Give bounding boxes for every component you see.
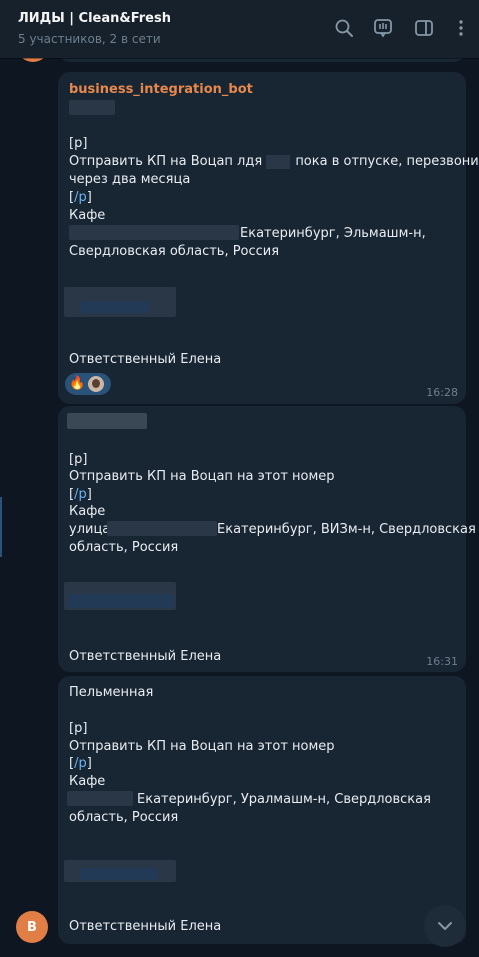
address-line: Екатеринбург, Уралмашм-н, Свердловская — [137, 792, 431, 807]
fire-reaction-icon: 🔥 — [69, 376, 86, 391]
address-line: Екатеринбург, ВИЗм-н, Свердловская — [217, 522, 476, 537]
tag-bracket: ] — [86, 756, 92, 771]
video-chat-icon[interactable] — [370, 15, 396, 41]
message-bubble-1[interactable]: business_integration_bot [p] Отправить К… — [58, 72, 479, 404]
chat-header[interactable]: ЛИДЫ | Clean&Fresh 5 участников, 2 в сет… — [0, 0, 479, 58]
address-prefix: улица — [69, 522, 111, 537]
scroll-indicator — [0, 497, 2, 557]
sidebar-toggle-icon[interactable] — [411, 15, 437, 41]
address-line: Екатеринбург, Эльмашм-н, — [240, 226, 426, 241]
tag-bracket: ] — [86, 487, 92, 502]
search-icon[interactable] — [331, 15, 357, 41]
message-time: 16:28 — [426, 386, 458, 399]
reaction-chip[interactable]: 🔥 — [65, 373, 111, 395]
address-line: область, Россия — [69, 540, 179, 555]
redacted-phone-link — [80, 868, 158, 880]
redacted-phone-link — [80, 301, 150, 313]
redacted-name — [67, 413, 147, 429]
redacted-text — [266, 154, 291, 169]
chevron-down-icon — [438, 922, 452, 930]
redacted-text — [69, 100, 115, 115]
tag-close-link[interactable]: /p — [74, 487, 87, 502]
chat-title[interactable]: ЛИДЫ | Clean&Fresh — [18, 11, 171, 26]
tag-bracket: ] — [86, 190, 92, 205]
message-bubble-2[interactable]: [p] Отправить КП на Воцап на этот номер … — [58, 406, 476, 672]
task-text-line: Отправить КП на Воцап на этот номер — [69, 739, 335, 754]
message-time: 16:31 — [426, 655, 458, 668]
tag-close-link[interactable]: /p — [74, 756, 87, 771]
tag-close: [/p] — [69, 486, 92, 504]
task-text-line: через два месяца — [69, 172, 191, 187]
category-label: Кафе — [69, 208, 106, 223]
redacted-address — [107, 521, 217, 536]
tag-close: [/p] — [69, 755, 92, 773]
task-text-line: Отправить КП на Воцап на этот номер — [69, 469, 335, 484]
tag-close-link[interactable]: /p — [74, 190, 87, 205]
sender-name[interactable]: business_integration_bot — [69, 81, 253, 99]
task-prefix: Отправить КП на Воцап лдя — [69, 154, 267, 169]
redacted-phone-link — [68, 594, 174, 608]
responsible-label: Ответственный Елена — [69, 352, 222, 367]
redacted-address — [69, 225, 239, 240]
message-bubble-3[interactable]: Пельменная [p] Отправить КП на Воцап на … — [58, 676, 466, 944]
task-suffix: пока в отпуске, перезвонить — [295, 154, 479, 169]
redacted-address — [67, 791, 133, 806]
more-vert-icon[interactable] — [448, 15, 474, 41]
scroll-down-button[interactable] — [424, 905, 466, 947]
task-text-line: Отправить КП на Воцап лдя пока в отпуске… — [69, 153, 479, 171]
responsible-label: Ответственный Елена — [69, 919, 222, 934]
address-line: Свердловская область, Россия — [69, 244, 280, 259]
responsible-label: Ответственный Елена — [69, 649, 222, 664]
chat-members-status: 5 участников, 2 в сети — [18, 32, 161, 46]
category-label: Кафе — [69, 774, 106, 789]
sender-avatar[interactable]: B — [16, 911, 48, 943]
tag-open: [p] — [69, 452, 88, 467]
reactor-avatar — [88, 376, 105, 392]
category-label: Кафе — [69, 504, 106, 519]
tag-close: [/p] — [69, 189, 92, 207]
place-name: Пельменная — [69, 685, 154, 700]
tag-open: [p] — [69, 721, 88, 736]
address-line: область, Россия — [69, 810, 179, 825]
tag-open: [p] — [69, 136, 88, 151]
